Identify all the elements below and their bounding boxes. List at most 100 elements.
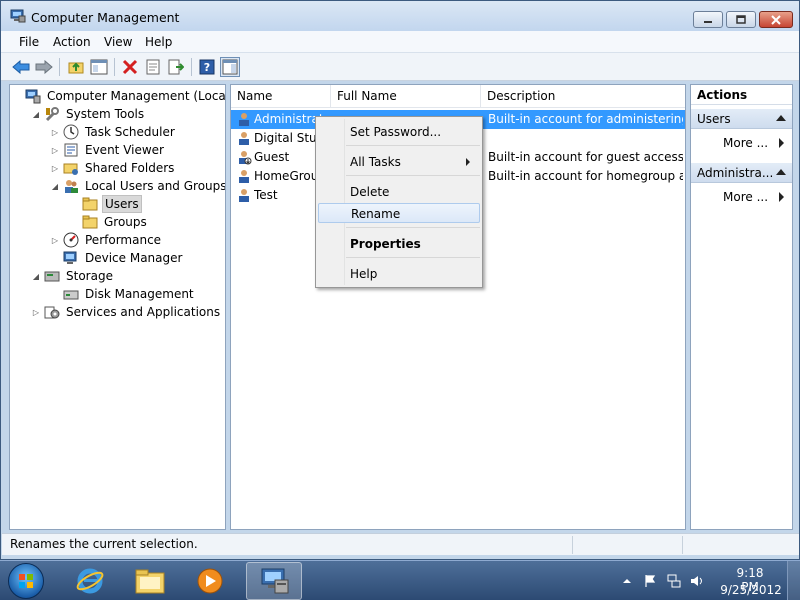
system-tools-icon xyxy=(45,107,59,122)
services-icon xyxy=(44,306,60,319)
tree-item-label: Groups xyxy=(104,215,147,229)
taskbar-internet-explorer[interactable] xyxy=(62,562,118,600)
status-divider xyxy=(682,536,683,554)
tree-expanded-arrow-icon[interactable]: ◢ xyxy=(31,110,41,119)
delete-button[interactable] xyxy=(120,57,140,77)
user-icon xyxy=(239,189,249,202)
menu-view[interactable]: View xyxy=(104,35,132,49)
action-center-flag-icon[interactable] xyxy=(643,574,657,588)
tree-item[interactable]: ▷ Shared Folders xyxy=(50,159,176,177)
tree-collapsed-arrow-icon[interactable]: ▷ xyxy=(50,146,60,155)
tree-item[interactable]: Groups xyxy=(69,213,149,231)
ctx-separator xyxy=(346,227,480,228)
tree-collapsed-arrow-icon[interactable]: ▷ xyxy=(50,128,60,137)
actions-group-administrator[interactable]: Administra... xyxy=(691,163,792,183)
tree-item[interactable]: Computer Management (Local) xyxy=(12,87,226,105)
folder-icon xyxy=(82,215,98,229)
ctx-rename[interactable]: Rename xyxy=(318,203,480,223)
header-divider xyxy=(231,107,685,108)
window-title: Computer Management xyxy=(31,10,180,25)
tree-item-label: Computer Management (Local) xyxy=(47,89,226,103)
taskbar xyxy=(0,560,800,600)
back-button[interactable] xyxy=(11,57,31,77)
show-hidden-icons-icon[interactable] xyxy=(620,574,634,588)
actions-more-users[interactable]: More ... xyxy=(723,136,784,150)
taskbar-windows-explorer[interactable] xyxy=(122,562,178,600)
menu-action[interactable]: Action xyxy=(53,35,91,49)
minimize-button[interactable] xyxy=(693,11,723,28)
tree-item-label: Device Manager xyxy=(85,251,183,265)
task-scheduler-icon xyxy=(63,124,79,140)
help-button[interactable]: ? xyxy=(197,57,217,77)
performance-icon xyxy=(63,232,79,248)
close-button[interactable] xyxy=(759,11,793,28)
user-icon xyxy=(239,170,249,183)
clock-date[interactable]: 9/25/2012 xyxy=(718,583,784,597)
menu-file[interactable]: File xyxy=(19,35,39,49)
ctx-separator xyxy=(346,145,480,146)
ctx-properties[interactable]: Properties xyxy=(318,234,480,254)
tree-item[interactable]: Device Manager xyxy=(50,249,184,267)
folder-up-icon xyxy=(68,62,84,74)
tree-item[interactable]: ▷ Performance xyxy=(50,231,163,249)
tree-item[interactable]: Disk Management xyxy=(50,285,196,303)
ctx-separator xyxy=(346,257,480,258)
status-divider xyxy=(572,536,573,554)
ctx-help[interactable]: Help xyxy=(318,264,480,284)
properties-button[interactable] xyxy=(143,57,163,77)
tree-collapsed-arrow-icon[interactable]: ▷ xyxy=(50,164,60,173)
ctx-all-tasks[interactable]: All Tasks xyxy=(318,152,480,172)
column-header-full-name[interactable]: Full Name xyxy=(331,85,481,107)
ctx-delete[interactable]: Delete xyxy=(318,182,480,202)
tree-expanded-arrow-icon[interactable]: ◢ xyxy=(50,182,60,191)
network-icon[interactable] xyxy=(667,574,681,588)
column-header-description[interactable]: Description xyxy=(481,85,685,107)
actions-group-users[interactable]: Users xyxy=(691,109,792,129)
export-list-button[interactable] xyxy=(166,57,186,77)
title-bar[interactable]: Computer Management xyxy=(1,1,799,31)
taskbar-media-player[interactable] xyxy=(182,562,238,600)
computer-management-window: Computer Management File Action View Hel… xyxy=(0,0,800,560)
menu-help[interactable]: Help xyxy=(145,35,172,49)
taskbar-computer-management[interactable] xyxy=(246,562,302,600)
tree-item[interactable]: Users xyxy=(69,195,142,213)
maximize-button[interactable] xyxy=(726,11,756,28)
ctx-set-password[interactable]: Set Password... xyxy=(318,122,480,142)
windows-logo-icon xyxy=(19,574,33,588)
tree-item[interactable]: ◢ System Tools xyxy=(31,105,146,123)
show-hide-console-tree-button[interactable] xyxy=(89,57,109,77)
submenu-arrow-icon xyxy=(466,158,470,166)
help-question-icon: ? xyxy=(199,59,215,75)
show-desktop-button[interactable] xyxy=(787,561,800,600)
actions-title: Actions xyxy=(691,85,792,105)
tree-item[interactable]: ◢ Storage xyxy=(31,267,115,285)
tree-item[interactable]: ▷ Task Scheduler xyxy=(50,123,177,141)
status-bar: Renames the current selection. xyxy=(2,533,799,555)
tree-item[interactable]: ◢ Local Users and Groups xyxy=(50,177,225,195)
delete-x-icon xyxy=(122,59,138,75)
start-button[interactable] xyxy=(8,563,44,599)
collapse-up-icon xyxy=(776,115,786,121)
internet-explorer-icon xyxy=(76,568,104,594)
tree-collapsed-arrow-icon[interactable]: ▷ xyxy=(31,308,41,317)
toolbar-separator xyxy=(191,58,192,76)
column-header-name[interactable]: Name xyxy=(231,85,331,107)
actions-more-administrator[interactable]: More ... xyxy=(723,190,784,204)
forward-button[interactable] xyxy=(34,57,54,77)
tree-item[interactable]: ▷ Services and Applications xyxy=(31,303,222,321)
tree-item-label: Event Viewer xyxy=(85,143,164,157)
back-arrow-icon xyxy=(12,60,30,74)
ctx-all-tasks-label: All Tasks xyxy=(350,155,401,169)
tree-expanded-arrow-icon[interactable]: ◢ xyxy=(31,272,41,281)
tree-collapsed-arrow-icon[interactable]: ▷ xyxy=(50,236,60,245)
volume-icon[interactable] xyxy=(690,574,704,588)
user-description-cell: Built-in account for homegroup a... xyxy=(488,169,683,183)
submenu-arrow-icon xyxy=(779,138,784,148)
tree-item[interactable]: ▷ Event Viewer xyxy=(50,141,166,159)
collapse-up-icon xyxy=(776,169,786,175)
context-menu: Set Password... All Tasks Delete Rename … xyxy=(315,116,483,288)
up-one-level-button[interactable] xyxy=(66,57,86,77)
properties-icon xyxy=(146,59,160,75)
console-tree-icon xyxy=(90,59,108,75)
show-hide-action-pane-button[interactable] xyxy=(220,57,240,77)
